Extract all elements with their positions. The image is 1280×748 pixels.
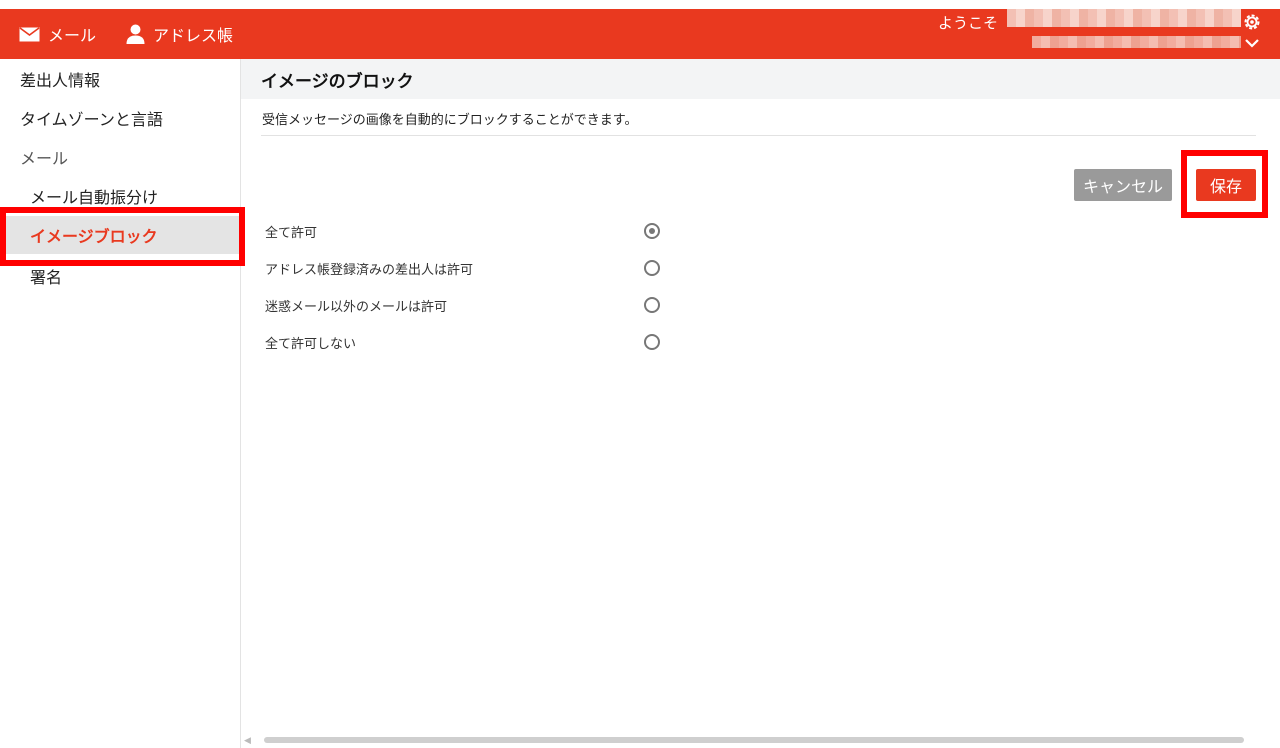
- nav-address-book[interactable]: アドレス帳: [126, 9, 233, 59]
- radio-allow-address-book[interactable]: [644, 260, 660, 276]
- mail-icon: [19, 26, 40, 42]
- settings-sidebar: 差出人情報 タイムゾーンと言語 メール メール自動振分け イメージブロック 署名: [0, 59, 241, 748]
- sidebar-item-image-block[interactable]: イメージブロック: [0, 216, 240, 254]
- page-title: イメージのブロック: [261, 71, 414, 92]
- sidebar-item-mail-filter[interactable]: メール自動振分け: [0, 177, 240, 215]
- cancel-button[interactable]: キャンセル: [1074, 169, 1172, 201]
- gear-icon[interactable]: [1243, 13, 1261, 31]
- sidebar-item-sender-info[interactable]: 差出人情報: [0, 60, 240, 98]
- option-label: アドレス帳登録済みの差出人は許可: [265, 263, 474, 278]
- welcome-text: ようこそ: [938, 14, 999, 32]
- nav-mail-label: メール: [48, 26, 97, 45]
- app-header: メール アドレス帳 ようこそ: [0, 9, 1280, 59]
- radio-allow-non-spam[interactable]: [644, 297, 660, 313]
- page-description: 受信メッセージの画像を自動的にブロックすることができます。: [262, 113, 638, 128]
- sidebar-item-signature[interactable]: 署名: [0, 257, 240, 295]
- option-row-allow-non-spam: 迷惑メール以外のメールは許可: [265, 293, 660, 317]
- horizontal-scrollbar[interactable]: ◀: [241, 734, 1280, 748]
- save-button[interactable]: 保存: [1196, 169, 1256, 201]
- chevron-down-icon[interactable]: [1243, 35, 1261, 49]
- redacted-username: [1007, 9, 1241, 27]
- sidebar-item-label: 差出人情報: [20, 71, 101, 90]
- sidebar-group-label: メール: [20, 149, 69, 168]
- sidebar-item-label: メール自動振分け: [30, 188, 159, 207]
- main-panel: イメージのブロック 受信メッセージの画像を自動的にブロックすることができます。 …: [241, 59, 1280, 748]
- person-icon: [126, 24, 145, 44]
- page-title-bar: イメージのブロック: [241, 59, 1280, 99]
- nav-address-book-label: アドレス帳: [153, 26, 234, 45]
- sidebar-item-label: イメージブロック: [30, 227, 158, 246]
- option-row-allow-address-book: アドレス帳登録済みの差出人は許可: [265, 256, 660, 280]
- radio-block-all[interactable]: [644, 334, 660, 350]
- divider: [261, 135, 1256, 136]
- sidebar-item-timezone-language[interactable]: タイムゾーンと言語: [0, 99, 240, 137]
- top-strip: [0, 0, 1280, 9]
- option-row-block-all: 全て許可しない: [265, 330, 660, 354]
- sidebar-group-mail: メール: [0, 138, 240, 176]
- option-row-allow-all: 全て許可: [265, 219, 660, 243]
- scroll-left-icon[interactable]: ◀: [244, 736, 251, 746]
- option-label: 全て許可しない: [265, 337, 357, 352]
- redacted-email: [1032, 36, 1241, 48]
- nav-mail[interactable]: メール: [19, 9, 96, 59]
- option-label: 全て許可: [265, 226, 318, 241]
- sidebar-item-label: タイムゾーンと言語: [20, 110, 163, 129]
- sidebar-item-label: 署名: [30, 268, 63, 287]
- radio-allow-all[interactable]: [644, 223, 660, 239]
- scrollbar-thumb[interactable]: [264, 737, 1244, 743]
- option-label: 迷惑メール以外のメールは許可: [265, 300, 448, 315]
